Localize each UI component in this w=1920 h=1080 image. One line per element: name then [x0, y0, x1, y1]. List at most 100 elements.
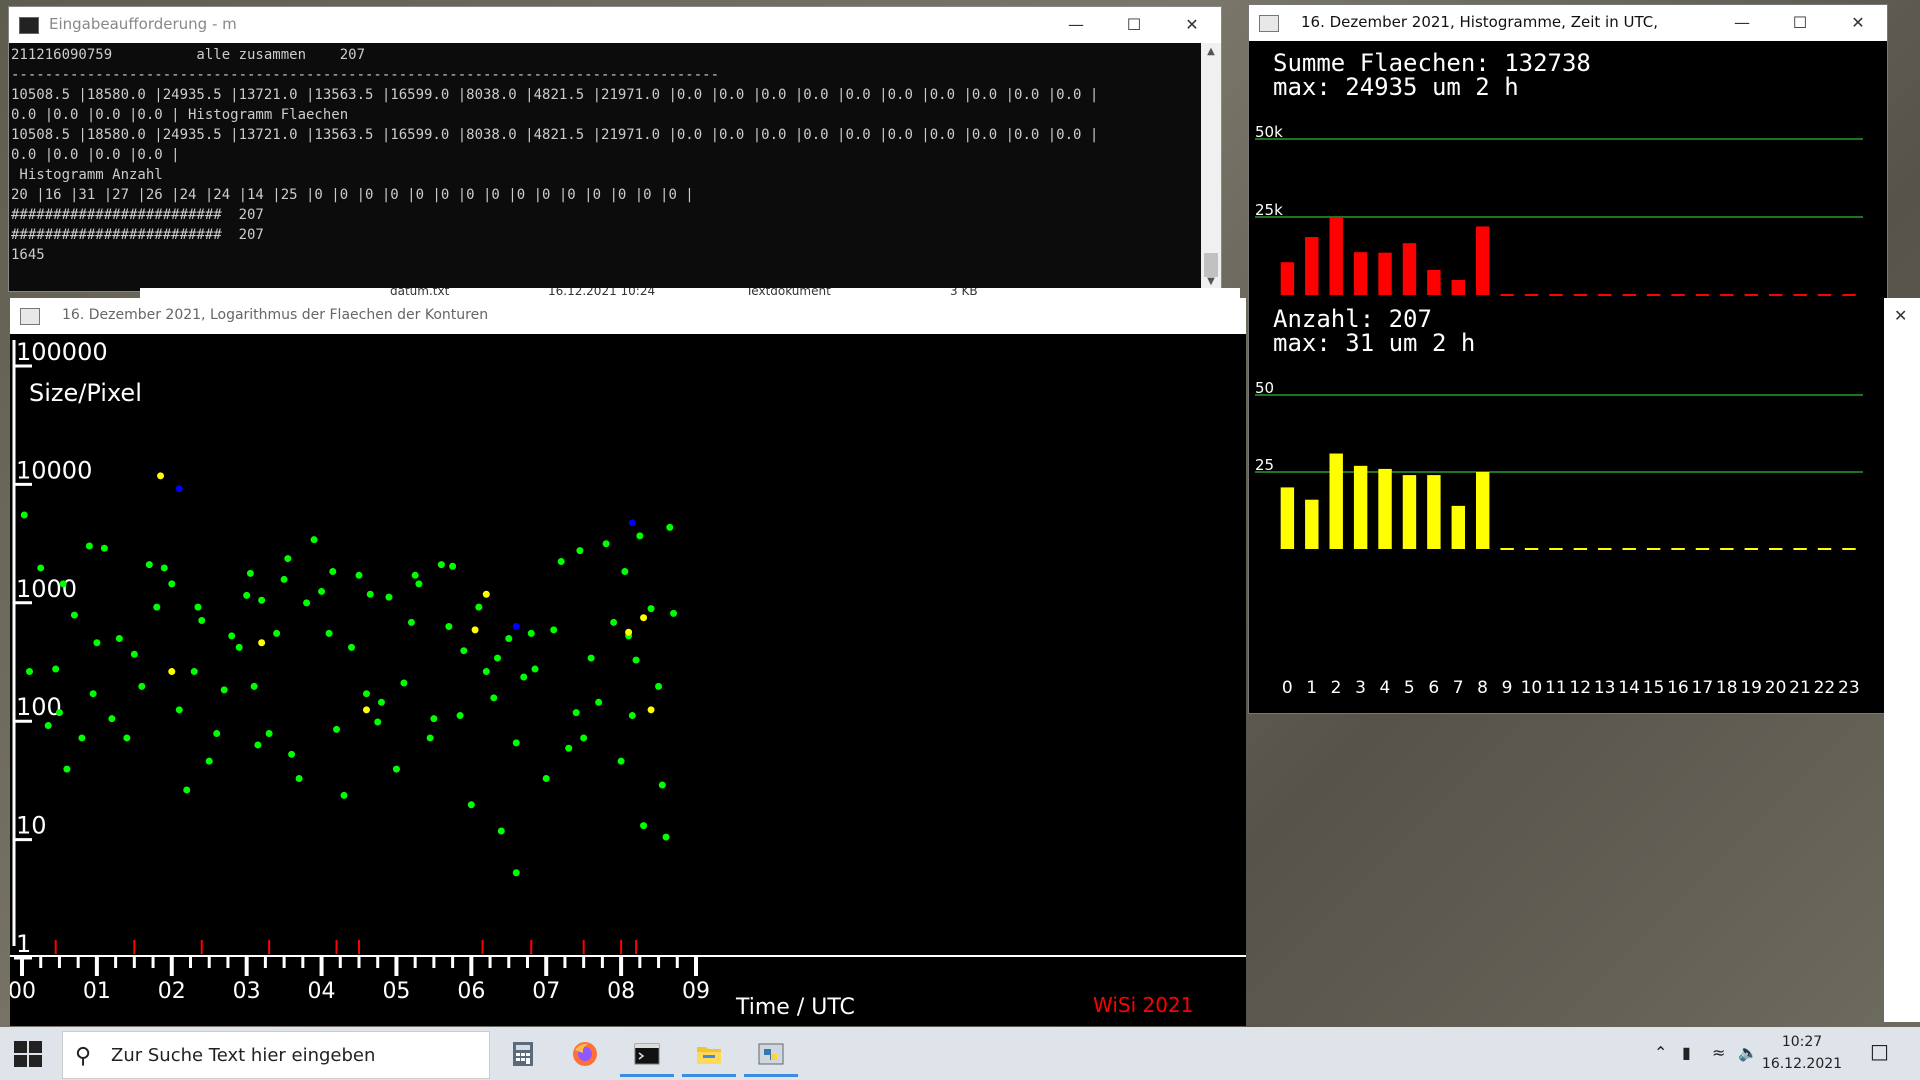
- scatter-point: [37, 564, 45, 572]
- scatter-point: [636, 532, 644, 540]
- scatter-point: [467, 801, 475, 809]
- scatter-point: [445, 623, 453, 631]
- x-tick-label: 04: [308, 979, 336, 1004]
- histogram-bar: [1305, 237, 1319, 295]
- scatter-point: [610, 618, 618, 626]
- x-tick-label: 02: [158, 979, 186, 1004]
- console-line: Histogramm Anzahl: [11, 167, 163, 183]
- python-icon: [1259, 15, 1279, 32]
- taskbar-terminal[interactable]: [618, 1031, 676, 1077]
- taskbar-calculator[interactable]: [494, 1031, 552, 1077]
- x-tick-label: 17: [1692, 678, 1714, 698]
- scatter-point: [512, 869, 520, 877]
- terminal-icon: [19, 17, 39, 34]
- taskbar: ⚲ Zur Suche Text hier eingeben ⌃ ▮ ≈ 🔈 1…: [0, 1027, 1920, 1080]
- histogram-bar: [1305, 499, 1319, 549]
- x-axis-label: Time / UTC: [735, 995, 855, 1020]
- histogram-bar: [1280, 262, 1295, 295]
- scatter-point: [108, 715, 116, 723]
- histogram-bar: [1475, 472, 1490, 549]
- close-button[interactable]: ✕: [1829, 5, 1887, 41]
- scatter-point: [482, 668, 490, 676]
- minimize-button[interactable]: —: [1713, 5, 1771, 41]
- y-tick-label: 100: [16, 693, 62, 721]
- y-tick-label: 25: [1255, 456, 1274, 474]
- scatter-point: [168, 668, 176, 676]
- show-hidden-icons-icon[interactable]: ⌃: [1654, 1043, 1667, 1062]
- x-tick-label: 11: [1545, 678, 1567, 698]
- x-tick-label: 7: [1453, 678, 1464, 698]
- y-tick-label: 100000: [16, 338, 108, 366]
- histogram-bar: [1280, 487, 1295, 549]
- vertical-scrollbar[interactable]: ▲ ▼: [1201, 43, 1221, 291]
- log-scatter-window[interactable]: 16. Dezember 2021, Logarithmus der Flaec…: [10, 298, 1246, 1026]
- x-tick-label: 19: [1740, 678, 1762, 698]
- scatter-point: [59, 580, 67, 588]
- x-tick-label: 1: [1306, 678, 1317, 698]
- x-tick-label: 18: [1716, 678, 1738, 698]
- taskbar-search-box[interactable]: ⚲ Zur Suche Text hier eingeben: [62, 1031, 490, 1079]
- taskbar-python[interactable]: [742, 1031, 800, 1077]
- notifications-icon[interactable]: □: [1870, 1039, 1889, 1063]
- minimize-button[interactable]: —: [1047, 7, 1105, 43]
- scatter-point: [303, 599, 311, 607]
- scatter-point: [587, 654, 595, 662]
- scatter-point: [437, 561, 445, 569]
- scatter-point: [157, 472, 165, 480]
- file-explorer-icon: [697, 1047, 721, 1064]
- python-icon: [758, 1043, 784, 1065]
- x-tick-label: 00: [10, 979, 36, 1004]
- console-line: 20 |16 |31 |27 |26 |24 |24 |14 |25 |0 |0…: [11, 187, 694, 203]
- console-line: 0.0 |0.0 |0.0 |0.0 | Histogramm Flaechen: [11, 107, 349, 123]
- scatter-point: [362, 706, 370, 714]
- histogram-subtitle: max: 31 um 2 h: [1273, 329, 1475, 357]
- scatter-point: [362, 690, 370, 698]
- scatter-point: [647, 706, 655, 714]
- histogram-bar: [1451, 279, 1466, 295]
- maximize-button[interactable]: ☐: [1105, 7, 1163, 43]
- close-icon[interactable]: ✕: [1894, 306, 1907, 325]
- x-tick-label: 15: [1643, 678, 1665, 698]
- log-scatter-chart: 100000 10000 1000 100 10 1 Size/Pixel 00 01 02 03 0…: [10, 338, 1246, 1020]
- x-tick-label: 09: [682, 979, 710, 1004]
- histogram-window[interactable]: 16. Dezember 2021, Histogramme, Zeit in …: [1248, 4, 1888, 714]
- scatter-point: [407, 618, 415, 626]
- wifi-icon[interactable]: ≈: [1712, 1043, 1725, 1062]
- scatter-point: [497, 827, 505, 835]
- histogram-bar: [1475, 226, 1490, 295]
- taskbar-clock[interactable]: 10:27 16.12.2021: [1752, 1031, 1852, 1075]
- maximize-button[interactable]: ☐: [1771, 5, 1829, 41]
- y-tick-label: 1000: [16, 575, 77, 603]
- console-line: 10508.5 |18580.0 |24935.5 |13721.0 |1356…: [11, 87, 1099, 103]
- search-icon: ⚲: [75, 1044, 92, 1069]
- histogram-bar: [1378, 252, 1392, 295]
- histogram-bar: [1353, 465, 1368, 549]
- x-tick-label: 5: [1404, 678, 1415, 698]
- scatter-point: [258, 639, 266, 647]
- close-button[interactable]: ✕: [1163, 7, 1221, 43]
- histogram-bar: [1329, 453, 1343, 549]
- scatter-point: [505, 635, 513, 643]
- battery-icon[interactable]: ▮: [1682, 1043, 1691, 1062]
- scatter-point: [213, 729, 221, 737]
- scatter-point: [628, 519, 636, 527]
- command-prompt-window[interactable]: Eingabeaufforderung - m — ☐ ✕ 2112160907…: [8, 6, 1222, 292]
- scatter-point: [355, 571, 363, 579]
- taskbar-firefox[interactable]: [556, 1031, 614, 1077]
- scatter-point: [482, 590, 490, 598]
- scatter-point: [520, 673, 528, 681]
- hist-titlebar[interactable]: 16. Dezember 2021, Histogramme, Zeit in …: [1249, 5, 1887, 41]
- y-tick-label: 10: [16, 812, 47, 840]
- histogram-bar: [1451, 505, 1466, 549]
- x-tick-label: 03: [233, 979, 261, 1004]
- scatter-point: [295, 774, 303, 782]
- cmd-titlebar[interactable]: Eingabeaufforderung - m — ☐ ✕: [9, 7, 1221, 43]
- scatter-point: [415, 580, 423, 588]
- windows-start-icon[interactable]: [14, 1041, 42, 1067]
- x-tick-label: 4: [1380, 678, 1391, 698]
- scatter-point: [602, 540, 610, 548]
- console-line: 10508.5 |18580.0 |24935.5 |13721.0 |1356…: [11, 127, 1099, 143]
- scroll-up-icon[interactable]: ▲: [1201, 43, 1221, 61]
- taskbar-file-explorer[interactable]: [680, 1031, 738, 1077]
- log-titlebar[interactable]: 16. Dezember 2021, Logarithmus der Flaec…: [10, 298, 1246, 334]
